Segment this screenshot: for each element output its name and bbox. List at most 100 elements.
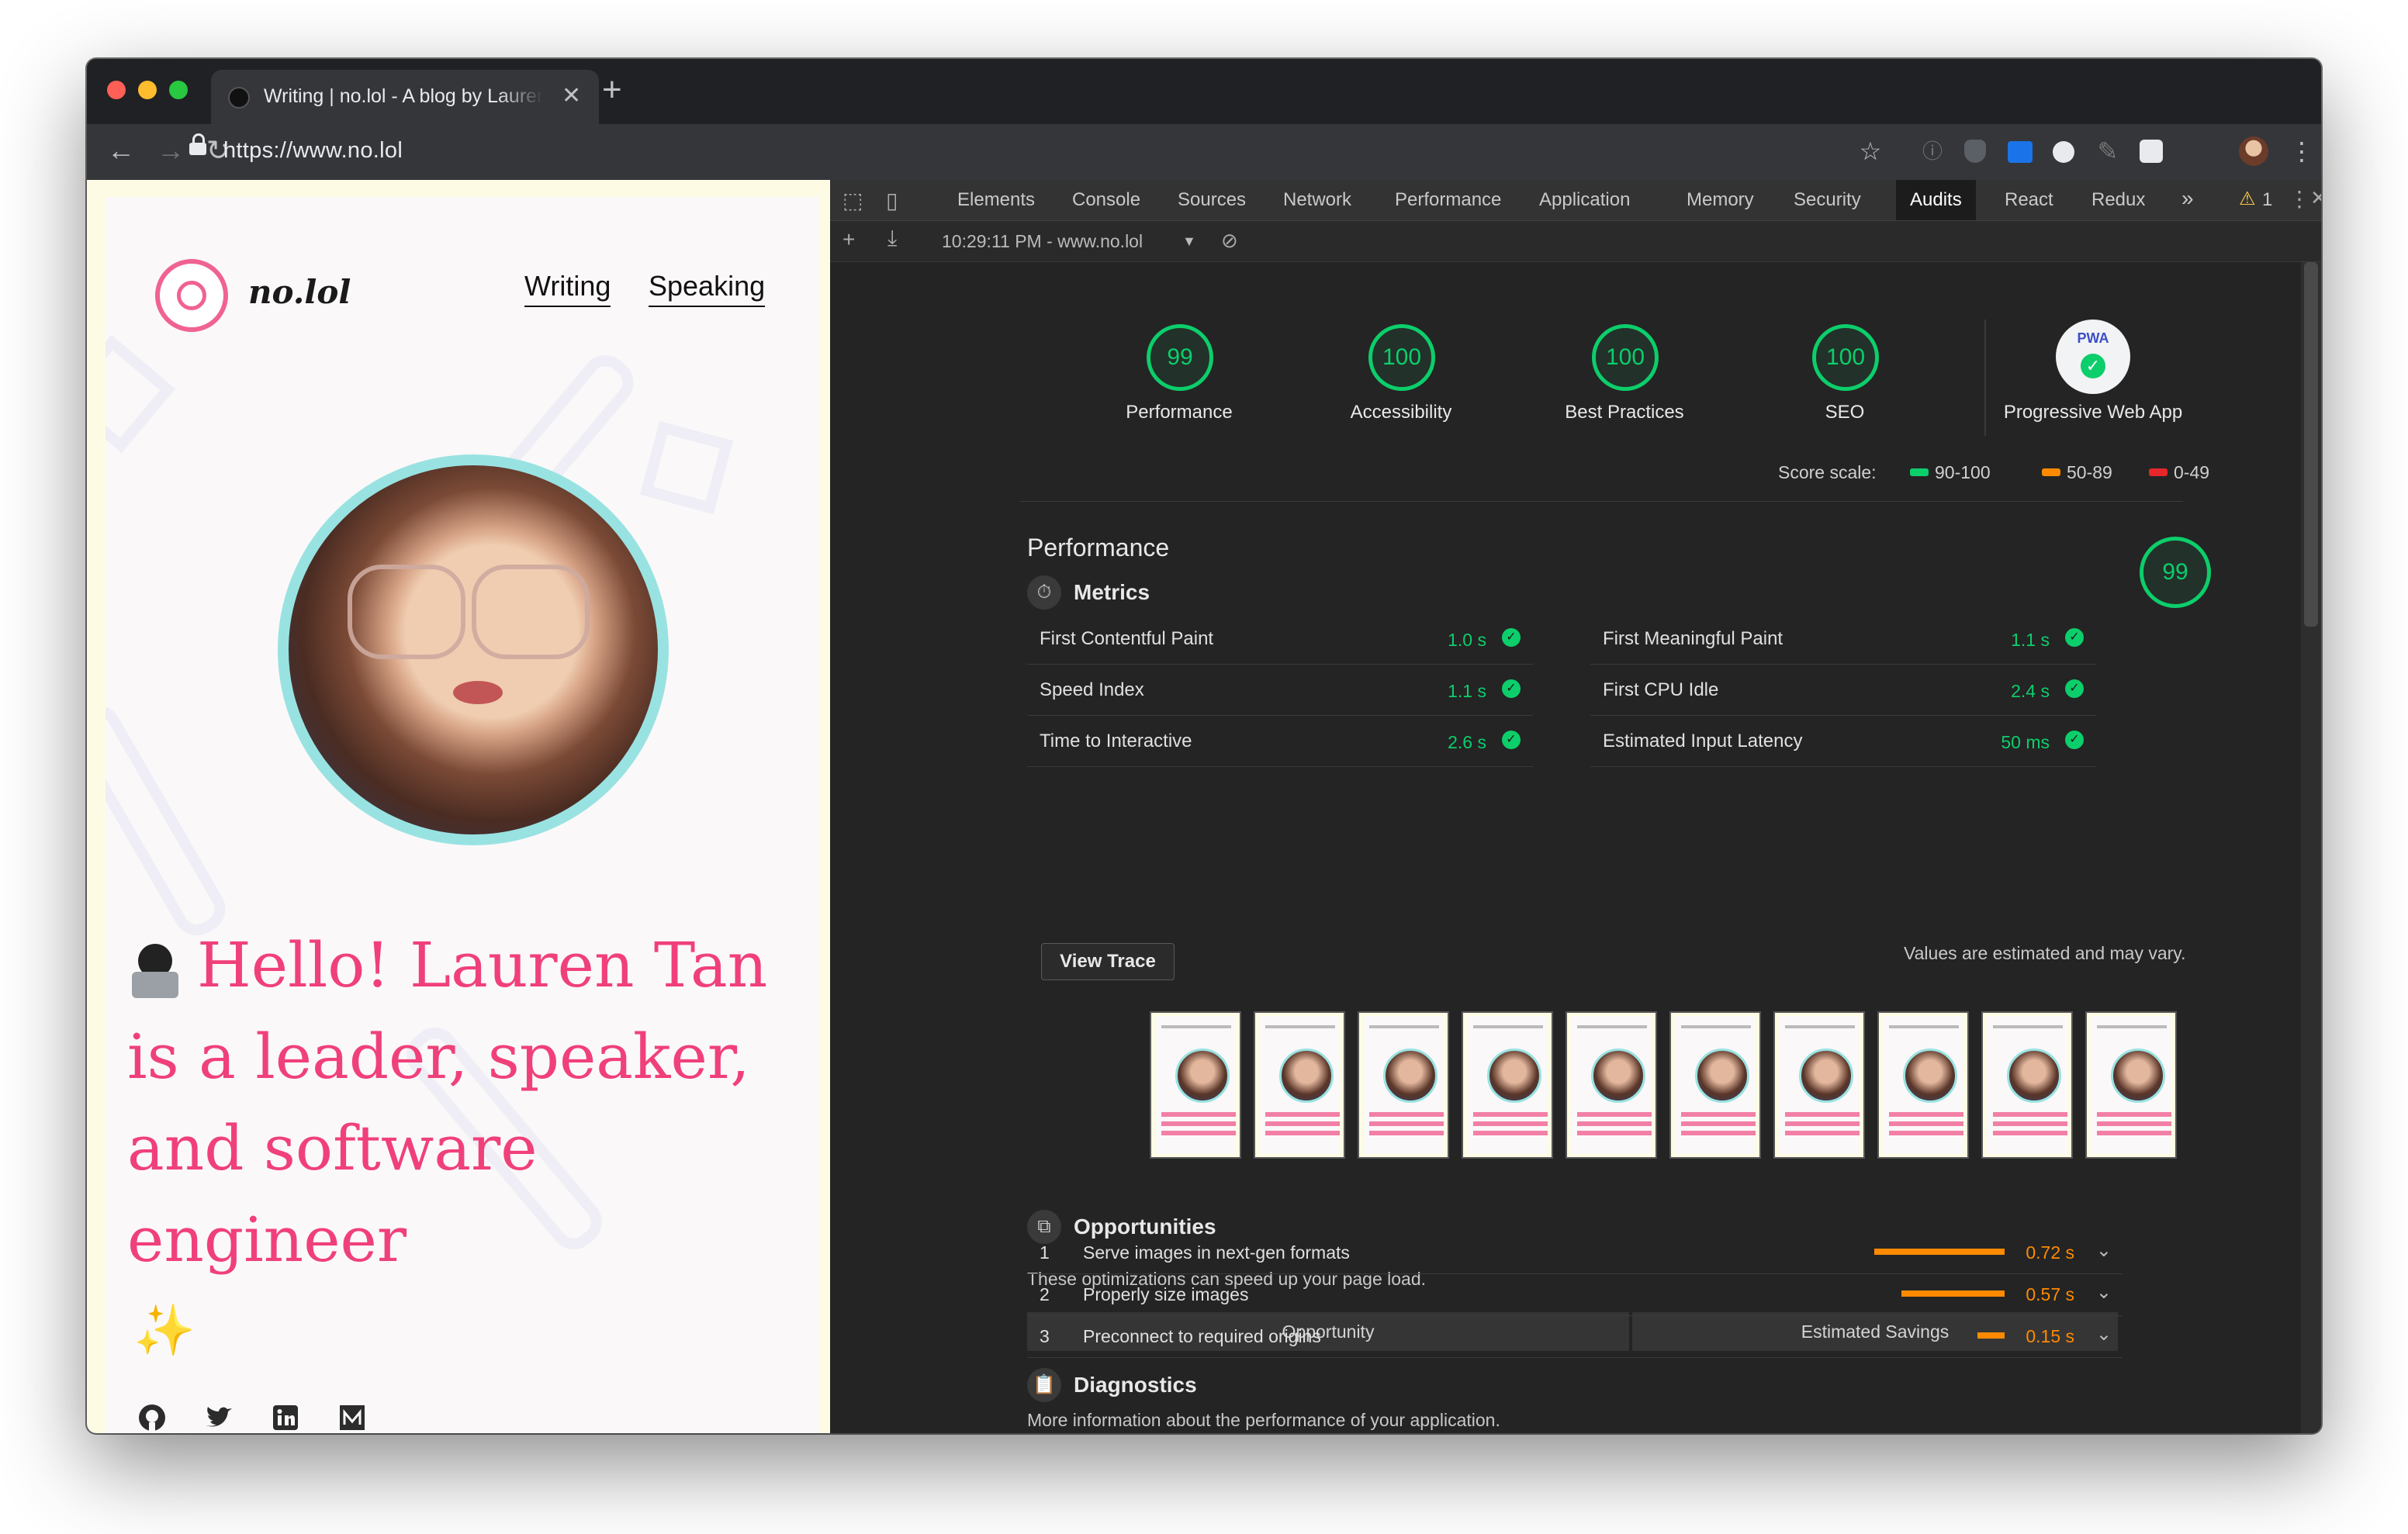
- metric-value: 1.1 s: [2011, 630, 2050, 650]
- tab-sources[interactable]: Sources: [1178, 189, 1246, 211]
- seo-gauge[interactable]: 100: [1812, 324, 1879, 391]
- background-squiggle-decoration: [106, 696, 234, 945]
- tab-performance[interactable]: Performance: [1395, 189, 1501, 211]
- tab-elements[interactable]: Elements: [957, 189, 1035, 211]
- devtools-menu-icon[interactable]: ⋮: [2289, 186, 2310, 212]
- medium-icon[interactable]: [337, 1402, 368, 1433]
- opportunity-number: 1: [1040, 1242, 1050, 1263]
- notes-extension-icon[interactable]: [2140, 140, 2163, 163]
- metric-label: First CPU Idle: [1603, 679, 1719, 700]
- zoom-window-button[interactable]: [169, 81, 188, 99]
- new-tab-button[interactable]: +: [602, 73, 622, 107]
- glasses-left-lens: [348, 565, 465, 659]
- ublock-extension-icon[interactable]: [1964, 140, 1986, 163]
- savings-bar: [1874, 1249, 2005, 1255]
- glasses-right-lens: [472, 565, 590, 659]
- filmstrip-frame: [1254, 1011, 1345, 1159]
- tab-application[interactable]: Application: [1539, 189, 1630, 211]
- tab-close-icon[interactable]: ✕: [562, 82, 581, 109]
- report-selector[interactable]: 10:29:11 PM - www.no.lol: [942, 231, 1143, 252]
- minimize-window-button[interactable]: [138, 81, 157, 99]
- address-url: https://www.no.lol: [223, 138, 403, 163]
- tab-react[interactable]: React: [2005, 189, 2053, 211]
- audits-toolbar: + ⤓ 10:29:11 PM - www.no.lol ▼ ⊘: [830, 221, 2321, 262]
- back-icon[interactable]: ←: [107, 135, 135, 166]
- metric-label: Time to Interactive: [1040, 731, 1192, 751]
- metric-time-to-interactive: Time to Interactive 2.6 s ✓: [1027, 718, 1533, 767]
- linkedin-icon[interactable]: [270, 1402, 301, 1433]
- close-window-button[interactable]: [107, 81, 126, 99]
- address-bar[interactable]: https://www.no.lol: [189, 130, 1902, 174]
- pencil-extension-icon[interactable]: ✎: [2095, 138, 2121, 164]
- inspect-element-icon[interactable]: ⬚: [842, 188, 863, 213]
- opportunity-row[interactable]: 1 Serve images in next-gen formats 0.72 …: [1027, 1232, 2123, 1274]
- score-scale-fail-swatch: [2149, 468, 2168, 476]
- info-extension-icon[interactable]: ⓘ: [1919, 138, 1946, 164]
- header-divider: [1019, 501, 2183, 502]
- clear-reports-icon[interactable]: ⊘: [1221, 229, 1238, 253]
- pwa-check-icon: ✓: [2081, 354, 2105, 378]
- browser-menu-icon[interactable]: ⋮: [2289, 138, 2315, 164]
- metric-value: 2.4 s: [2011, 681, 2050, 701]
- opportunity-number: 3: [1040, 1326, 1050, 1346]
- metric-label: Estimated Input Latency: [1603, 731, 1803, 751]
- best-practices-gauge[interactable]: 100: [1592, 324, 1659, 391]
- performance-section-title: Performance: [1027, 534, 1170, 561]
- metric-label: First Meaningful Paint: [1603, 628, 1784, 649]
- new-audit-icon[interactable]: +: [842, 227, 855, 252]
- warning-count[interactable]: 1: [2262, 189, 2272, 211]
- hero-headline-text: Hello! Lauren Tan is a leader, speaker, …: [127, 929, 768, 1276]
- pwa-badge[interactable]: PWA ✓: [2056, 320, 2130, 394]
- report-selector-dropdown-icon[interactable]: ▼: [1182, 233, 1196, 250]
- browser-tab[interactable]: Writing | no.lol - A blog by Lauren Tan …: [211, 70, 599, 124]
- browser-window: Writing | no.lol - A blog by Lauren Tan …: [87, 59, 2321, 1433]
- report-scroll-thumb[interactable]: [2304, 262, 2318, 627]
- filmstrip-frame: [1358, 1011, 1449, 1159]
- browser-toolbar: ← → ↻ https://www.no.lol ☆ ⓘ ✎ ⋮: [87, 124, 2321, 180]
- tab-memory[interactable]: Memory: [1687, 189, 1754, 211]
- nav-link-writing[interactable]: Writing: [524, 270, 611, 307]
- estimate-note: Values are estimated and may vary.: [1904, 943, 2186, 963]
- score-scale-pass: 90-100: [1935, 462, 1991, 482]
- filmstrip-frame: [1877, 1011, 1969, 1159]
- warning-icon[interactable]: ⚠: [2239, 188, 2256, 210]
- chevron-down-icon[interactable]: ⌄: [2096, 1323, 2112, 1346]
- background-triangle-decoration: [639, 420, 734, 515]
- diagnostics-description: More information about the performance o…: [1027, 1410, 1500, 1430]
- page-content: no.lol Writing Speaking Hello! Lauren Ta…: [106, 197, 819, 1433]
- tab-audits[interactable]: Audits: [1896, 180, 1976, 220]
- opportunity-row[interactable]: 3 Preconnect to required origins 0.15 s …: [1027, 1315, 2123, 1358]
- tab-console[interactable]: Console: [1072, 189, 1140, 211]
- metric-label: Speed Index: [1040, 679, 1144, 700]
- performance-gauge[interactable]: 99: [1147, 324, 1213, 391]
- metric-value: 2.6 s: [1448, 732, 1486, 752]
- forward-icon[interactable]: →: [157, 135, 185, 166]
- chevron-down-icon[interactable]: ⌄: [2096, 1239, 2112, 1262]
- more-tabs-icon[interactable]: »: [2181, 186, 2194, 211]
- pass-check-icon: ✓: [1502, 731, 1521, 749]
- download-report-icon[interactable]: ⤓: [887, 226, 897, 251]
- tab-redux[interactable]: Redux: [2091, 189, 2145, 211]
- metric-estimated-input-latency: Estimated Input Latency 50 ms ✓: [1590, 718, 2096, 767]
- metric-value: 1.0 s: [1448, 630, 1486, 650]
- report-scrollbar[interactable]: [2301, 262, 2321, 1433]
- site-brand[interactable]: no.lol: [248, 273, 351, 311]
- bookmark-star-icon[interactable]: ☆: [1857, 138, 1884, 164]
- view-trace-button[interactable]: View Trace: [1041, 943, 1175, 980]
- devtools-close-icon[interactable]: ✕: [2310, 186, 2321, 210]
- accessibility-gauge[interactable]: 100: [1368, 324, 1435, 391]
- nav-link-speaking[interactable]: Speaking: [649, 270, 766, 307]
- device-toolbar-icon[interactable]: ▯: [886, 188, 898, 213]
- twitter-icon[interactable]: [203, 1402, 234, 1433]
- chat-extension-icon[interactable]: [2053, 141, 2074, 163]
- chevron-down-icon[interactable]: ⌄: [2096, 1281, 2112, 1304]
- window-extension-icon[interactable]: [2008, 141, 2033, 163]
- donut-logo-icon[interactable]: [155, 259, 228, 332]
- tab-security[interactable]: Security: [1794, 189, 1861, 211]
- opportunity-row[interactable]: 2 Properly size images 0.57 s ⌄: [1027, 1273, 2123, 1316]
- savings-bar: [1977, 1332, 2005, 1339]
- profile-avatar[interactable]: [2239, 136, 2268, 166]
- performance-section-gauge[interactable]: 99: [2140, 537, 2211, 608]
- tab-network[interactable]: Network: [1283, 189, 1351, 211]
- github-icon[interactable]: [137, 1402, 168, 1433]
